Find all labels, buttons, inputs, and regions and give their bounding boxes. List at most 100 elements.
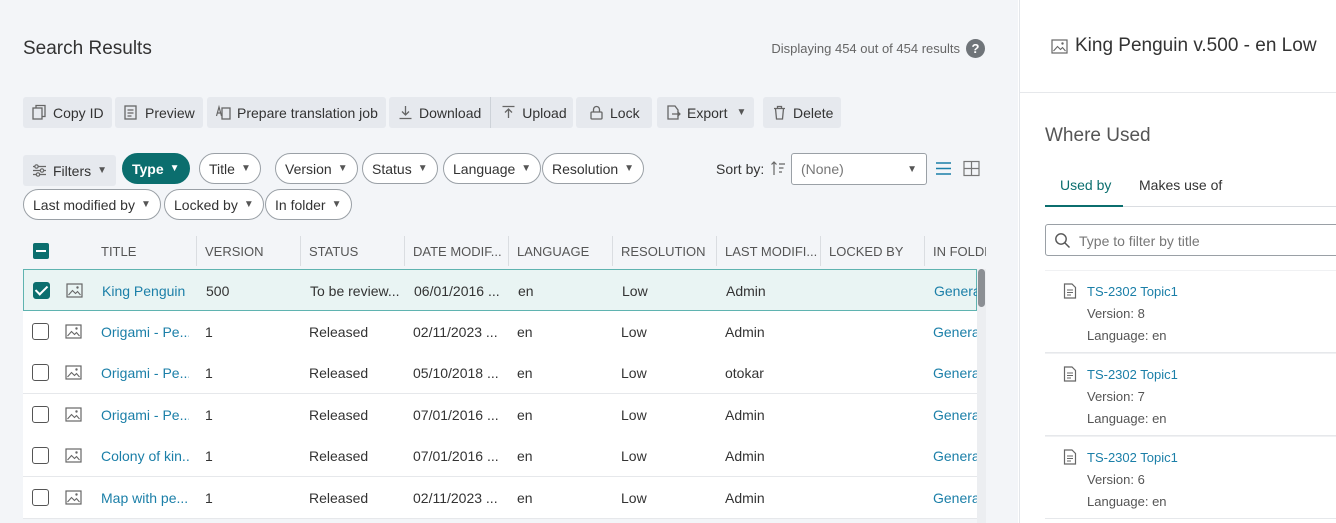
filter-chip-status[interactable]: Status ▼ [362,153,438,184]
column-header-in-folder[interactable]: IN FOLDE [933,244,986,259]
upload-button[interactable]: Upload [522,105,566,121]
cell-resolution: Low [622,283,648,299]
column-header-language[interactable]: LANGUAGE [517,244,589,259]
used-by-link[interactable]: TS-2302 Topic1 [1087,367,1178,382]
column-divider [612,236,613,266]
row-checkbox[interactable] [32,447,49,464]
cell-in-folder[interactable]: Genera [933,490,977,506]
cell-language: en [517,448,533,464]
chevron-down-icon: ▼ [907,163,917,175]
cell-in-folder[interactable]: Genera [933,448,977,464]
download-button[interactable]: Download [419,105,481,121]
prepare-translation-button[interactable]: Prepare translation job [207,97,386,128]
filters-button[interactable]: Filters ▼ [23,155,117,186]
export-label: Export [687,104,728,121]
filter-chip-title[interactable]: Title ▼ [199,153,261,184]
row-checkbox[interactable] [32,322,49,340]
cell-last-modified-by: Admin [725,323,765,340]
table-row[interactable]: Origami - Pe... 1 Released 05/10/2018 ... en… [23,352,977,394]
sort-select[interactable]: (None) ▼ [791,153,927,185]
preview-label: Preview [145,104,195,121]
table-row[interactable]: Colony of kin... 1 Released 07/01/2016 ... e… [23,435,977,477]
cell-language: en [517,406,533,423]
translation-icon [215,104,231,120]
filter-chip-resolution[interactable]: Resolution ▼ [542,153,645,184]
panel-divider [1020,92,1336,93]
column-header-date-modified[interactable]: DATE MODIF... [413,244,502,259]
sort-select-value: (None) [801,161,844,177]
filter-chip-in-folder[interactable]: In folder ▼ [265,189,352,220]
row-checkbox[interactable] [33,282,50,299]
cell-language: en [517,365,533,381]
filter-chip-version[interactable]: Version ▼ [275,153,358,184]
column-header-last-modified-by[interactable]: LAST MODIFI... [725,244,817,259]
cell-in-folder[interactable]: Genera [933,365,977,381]
cell-title[interactable]: Map with pe... [101,490,189,506]
tab-makes-use-of[interactable]: Makes use of [1139,177,1222,193]
column-header-title[interactable]: TITLE [101,244,136,259]
table-scrollbar[interactable] [977,269,986,523]
select-all-checkbox[interactable] [33,243,49,259]
table-row[interactable]: Origami - Pe... 1 Released 07/01/2016 ... en… [23,393,977,436]
chevron-down-icon: ▼ [140,199,151,210]
cell-in-folder[interactable]: Genera [933,324,977,340]
filter-by-title-input[interactable]: Type to filter by title [1045,224,1336,256]
list-view-icon[interactable] [935,160,952,177]
cell-resolution: Low [621,406,647,423]
cell-title[interactable]: Origami - Pe... [101,324,189,340]
used-by-link[interactable]: TS-2302 Topic1 [1087,450,1178,465]
sort-direction-icon[interactable] [770,160,787,181]
copy-id-button[interactable]: Copy ID [23,97,112,128]
table-row[interactable]: King Penguin 500 To be review... 06/01/2016… [23,269,977,311]
filter-chip-last-modified-by[interactable]: Last modified by ▼ [23,189,161,220]
column-header-locked-by[interactable]: LOCKED BY [829,244,903,259]
table-row[interactable]: Map with pe... 1 Released 02/11/2023 ... en L… [23,476,977,519]
chevron-down-icon: ▼ [331,199,342,210]
used-by-language: Language: en [1087,494,1167,509]
document-icon [1063,366,1077,382]
cell-status: Released [309,406,369,423]
column-divider [300,236,301,266]
lock-button[interactable]: Lock [576,97,652,128]
cell-title[interactable]: King Penguin [102,283,190,299]
cell-resolution: Low [621,323,647,340]
tab-used-by[interactable]: Used by [1060,177,1111,193]
column-header-resolution[interactable]: RESOLUTION [621,244,706,259]
copy-id-label: Copy ID [53,104,104,121]
cell-in-folder[interactable]: Genera [934,283,977,299]
table-row[interactable]: Origami - Pe... 1 Released 02/11/2023 ... en… [23,310,977,353]
row-checkbox[interactable] [32,364,49,381]
filter-chip-type[interactable]: Type ▼ [122,153,190,184]
search-results-pane: Search Results Displaying 454 out of 454… [0,0,1018,523]
cell-in-folder[interactable]: Genera [933,407,977,423]
chevron-down-icon: ▼ [337,163,348,174]
cell-title[interactable]: Colony of kin... [101,448,189,464]
row-checkbox[interactable] [32,405,49,423]
cell-title[interactable]: Origami - Pe... [101,365,189,381]
filter-chip-locked-by[interactable]: Locked by ▼ [164,189,264,220]
help-icon[interactable]: ? [966,39,985,58]
column-header-version[interactable]: VERSION [205,244,264,259]
export-button[interactable]: Export ▼ [657,97,755,128]
download-icon [399,106,412,120]
upload-icon [502,105,515,118]
chevron-down-icon: ▼ [97,165,108,176]
results-table: King Penguin 500 To be review... 06/01/2016… [23,269,977,523]
delete-button[interactable]: Delete [763,97,842,128]
toolbar-divider [490,97,492,128]
trash-icon [774,105,785,120]
row-checkbox[interactable] [32,488,49,506]
preview-button[interactable]: Preview [115,97,203,128]
cell-title[interactable]: Origami - Pe... [101,407,189,423]
filter-chip-language[interactable]: Language ▼ [443,153,542,184]
table-header: TITLE VERSION STATUS DATE MODIF... LANGU… [23,236,986,266]
used-by-link[interactable]: TS-2302 Topic1 [1087,284,1178,299]
scrollbar-thumb[interactable] [978,269,985,307]
page-title: Search Results [23,38,152,59]
cell-version: 1 [205,406,213,423]
grid-view-icon[interactable] [963,160,980,177]
column-header-status[interactable]: STATUS [309,244,358,259]
cell-version: 1 [205,365,213,381]
column-divider [820,236,821,266]
active-tab-indicator [1045,205,1123,207]
